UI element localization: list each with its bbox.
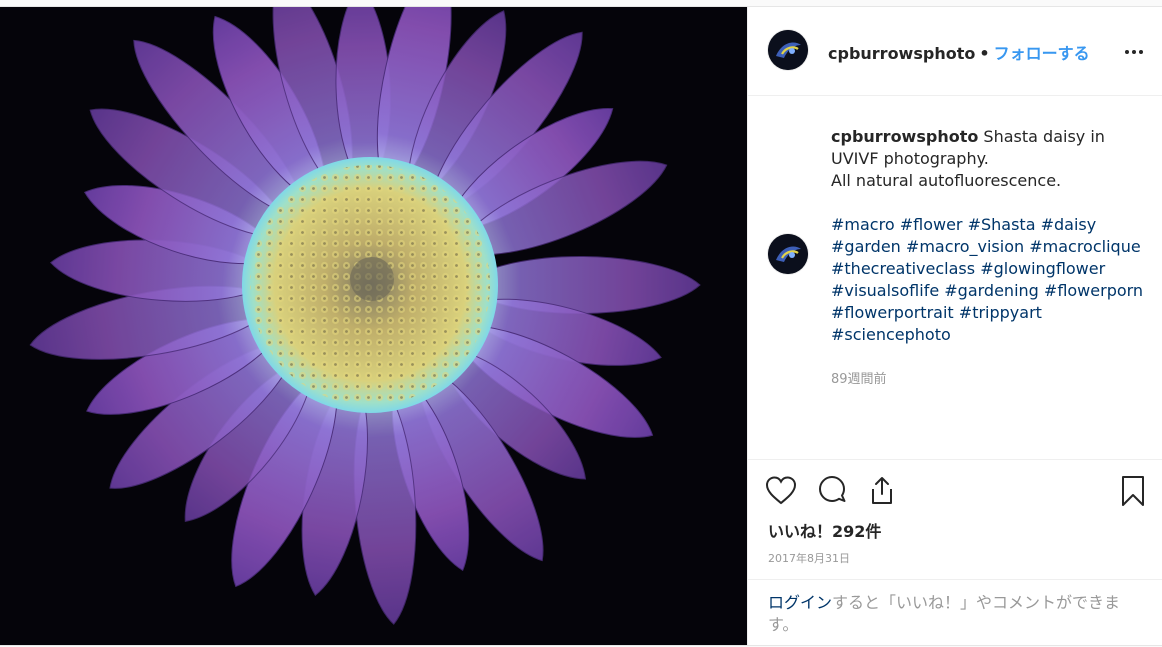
likes-count[interactable]: いいね！292件 — [768, 518, 881, 542]
post-header: cpburrowsphoto • フォローする — [748, 7, 1162, 96]
caption-line-2: UVIVF photography. — [831, 149, 989, 168]
hashtag-link[interactable]: #macro_vision — [906, 237, 1024, 256]
hashtag-link[interactable]: #trippyart — [959, 303, 1042, 322]
hashtag-link[interactable]: #garden — [831, 237, 901, 256]
hashtag-link[interactable]: #flower — [900, 215, 963, 234]
header-separator: • — [979, 44, 990, 63]
post-date[interactable]: 2017年8月31日 — [768, 550, 850, 566]
post-sidebar: cpburrowsphoto • フォローする cpburrowsphoto Sha… — [747, 7, 1162, 645]
caption-username[interactable]: cpburrowsphoto — [831, 127, 978, 146]
hashtag-link[interactable]: #flowerportrait — [831, 303, 954, 322]
hashtag-link[interactable]: #Shasta — [968, 215, 1036, 234]
header-line: cpburrowsphoto • フォローする — [828, 40, 1090, 64]
hashtag-link[interactable]: #thecreativeclass — [831, 259, 975, 278]
comments-area: cpburrowsphoto Shasta daisy in UVIVF pho… — [748, 96, 1162, 458]
login-prompt: ログインすると「いいね！」やコメントができます。 — [748, 579, 1162, 645]
avatar[interactable] — [768, 30, 808, 70]
header-username[interactable]: cpburrowsphoto — [828, 44, 975, 63]
caption-comment: cpburrowsphoto Shasta daisy in UVIVF pho… — [831, 126, 1151, 192]
hashtag-link[interactable]: #visualsoflife — [831, 281, 939, 300]
follow-button[interactable]: フォローする — [994, 44, 1090, 63]
hashtag-link[interactable]: #macroclique — [1029, 237, 1140, 256]
login-link[interactable]: ログイン — [768, 593, 832, 612]
hashtag-link[interactable]: #macro — [831, 215, 895, 234]
comment-bubble-icon[interactable] — [815, 474, 849, 508]
hashtag-link[interactable]: #glowingflower — [980, 259, 1105, 278]
daisy-photo-image — [0, 7, 747, 645]
hashtag-comment: #macro #flower #Shasta #daisy #garden #m… — [831, 214, 1151, 346]
hashtag-link[interactable]: #daisy — [1041, 215, 1097, 234]
hashtag-link[interactable]: #gardening — [944, 281, 1039, 300]
caption-line-1: Shasta daisy in — [978, 127, 1105, 146]
share-icon[interactable] — [865, 474, 899, 508]
heart-icon[interactable] — [764, 474, 798, 508]
post-photo[interactable] — [0, 7, 747, 645]
comment-timestamp[interactable]: 89週間前 — [831, 368, 887, 387]
more-dots-icon[interactable] — [1123, 41, 1145, 63]
action-bar: いいね！292件 2017年8月31日 — [748, 459, 1162, 579]
hashtag-link[interactable]: #sciencephoto — [831, 325, 951, 344]
post-container: cpburrowsphoto • フォローする cpburrowsphoto Sha… — [0, 6, 1162, 646]
comment-avatar[interactable] — [768, 234, 808, 274]
bookmark-icon[interactable] — [1116, 474, 1150, 508]
caption-line-3: All natural autofluorescence. — [831, 171, 1062, 190]
hashtag-link[interactable]: #flowerporn — [1044, 281, 1143, 300]
